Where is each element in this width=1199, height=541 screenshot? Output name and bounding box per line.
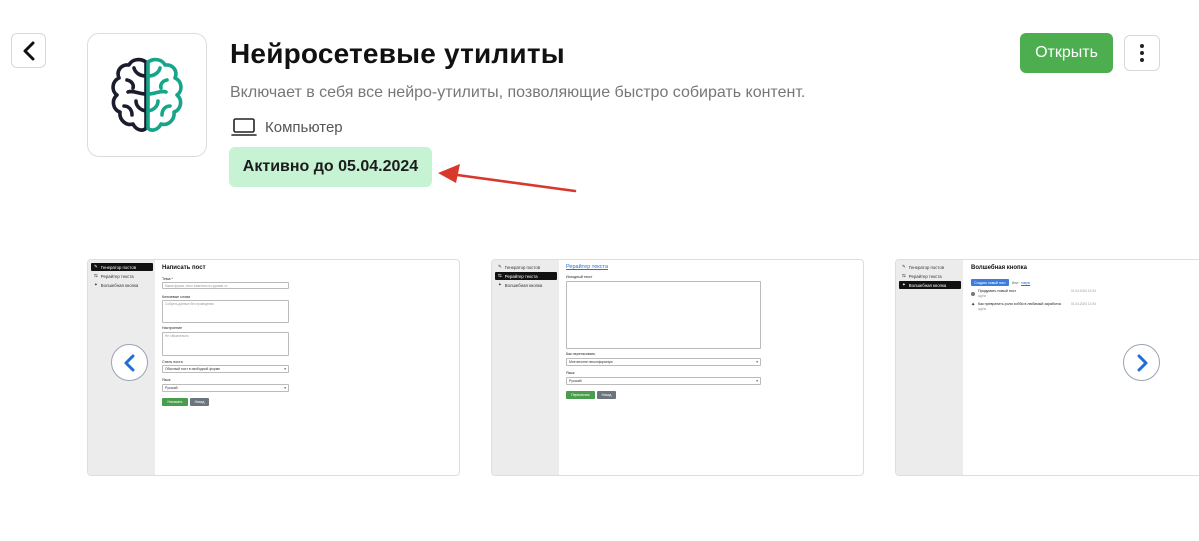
thumb-label: Стиль поста xyxy=(162,360,183,364)
brain-icon xyxy=(111,57,183,132)
thumb-select: Русский ▾ xyxy=(162,384,289,392)
thumb-main: Волшебная кнопка Создать новый пост Или:… xyxy=(963,260,1199,475)
active-until-badge: Активно до 05.04.2024 xyxy=(229,147,432,187)
thumb-label: Исходный текст xyxy=(566,275,593,279)
thumb-nav-item: ⇆ Рерайтер текста xyxy=(902,273,942,279)
thumb-wand-icon: ✦ xyxy=(971,302,976,308)
thumb-heading: Написать пост xyxy=(162,265,206,271)
app-description: Включает в себя все нейро-утилиты, позво… xyxy=(230,84,806,101)
thumb-nav-item: ✦ Волшебная кнопка xyxy=(94,282,139,288)
chevron-right-icon xyxy=(1137,354,1147,371)
back-button[interactable] xyxy=(11,33,46,68)
chevron-left-icon xyxy=(23,41,34,60)
app-details-page: Нейросетевые утилиты Включает в себя все… xyxy=(0,0,1199,541)
thumb-item-date: 01.04.2024 12:34 xyxy=(1071,302,1096,306)
app-title: Нейросетевые утилиты xyxy=(230,38,565,69)
thumb-item-sub: ждём xyxy=(978,294,986,298)
thumb-sidebar: ✎ Генератор постов ⇆ Рерайтер текста ✦ Волш… xyxy=(492,260,559,475)
thumb-nav-item: ⇆ Рерайтер текста xyxy=(94,273,134,279)
more-options-button[interactable] xyxy=(1124,35,1160,71)
thumb-item-title: Придумать новый пост xyxy=(978,289,1017,293)
thumb-item-title: Как превратить роли хобби в любимый зара… xyxy=(978,302,1062,306)
thumb-button: Переписать xyxy=(566,391,595,399)
app-logo xyxy=(87,33,207,157)
thumb-item-date: 01.04.2024 12:34 xyxy=(1071,289,1096,293)
platform-info: Компьютер xyxy=(231,117,343,137)
thumb-nav-item: ✦ Волшебная кнопка xyxy=(498,282,543,288)
thumb-text: Или: xyxy=(1012,281,1019,285)
thumb-textarea: Собрать данные без проведения xyxy=(162,300,289,323)
gallery-next-button[interactable] xyxy=(1123,344,1160,381)
thumb-link: новую xyxy=(1021,281,1031,285)
thumb-button: Написать xyxy=(162,398,188,406)
thumb-textarea: Не обязательно xyxy=(162,332,289,356)
vertical-dots-icon xyxy=(1140,44,1144,62)
thumb-heading: Рерайтер текста xyxy=(566,264,609,270)
thumb-main: Рерайтер текста Исходный текст Как перет… xyxy=(559,260,863,475)
thumb-label: Как перетасовать xyxy=(566,352,596,356)
screenshot-2[interactable]: ✎ Генератор постов ⇆ Рерайтер текста ✦ Волш… xyxy=(491,259,864,476)
thumb-label: Тема * xyxy=(162,277,173,281)
thumb-main: Написать пост Тема * Какая фраза, опыт з… xyxy=(155,260,459,475)
gallery-prev-button[interactable] xyxy=(111,344,148,381)
thumb-input: Какая фраза, опыт заменить из-руками то xyxy=(162,282,289,289)
thumb-textarea xyxy=(566,281,761,349)
open-button[interactable]: Открыть xyxy=(1020,33,1113,73)
thumb-dot xyxy=(971,292,975,296)
thumb-button: Назад xyxy=(597,391,616,399)
thumb-select: Русский ▾ xyxy=(566,377,761,385)
thumb-nav-item: ✎ Генератор постов xyxy=(91,263,153,271)
thumb-button: Создать новый пост xyxy=(971,279,1009,286)
thumb-nav-item: ⇆ Рерайтер текста xyxy=(495,272,557,280)
thumb-nav-item: ✎ Генератор постов xyxy=(498,264,541,270)
thumb-label: Язык xyxy=(162,378,171,382)
thumb-select: Мне вполне неконформную ▾ xyxy=(566,358,761,366)
thumb-label: Ключевые слова xyxy=(162,295,190,299)
thumb-button: Назад xyxy=(190,398,209,406)
thumb-label: Язык xyxy=(566,371,575,375)
thumb-sidebar: ✎ Генератор постов ⇆ Рерайтер текста ✦ Волш… xyxy=(896,260,963,475)
thumb-nav-item: ✎ Генератор постов xyxy=(902,264,945,270)
thumb-heading: Волшебная кнопка xyxy=(971,265,1028,271)
thumb-label: Настроение xyxy=(162,326,183,330)
thumb-nav-item: ✦ Волшебная кнопка xyxy=(899,281,961,289)
laptop-icon xyxy=(231,118,257,136)
thumb-item-sub: ждём xyxy=(978,307,986,311)
chevron-left-icon xyxy=(124,354,134,371)
platform-label: Компьютер xyxy=(265,118,343,136)
thumb-select: Обычный пост в свободной форме ▾ xyxy=(162,365,289,373)
